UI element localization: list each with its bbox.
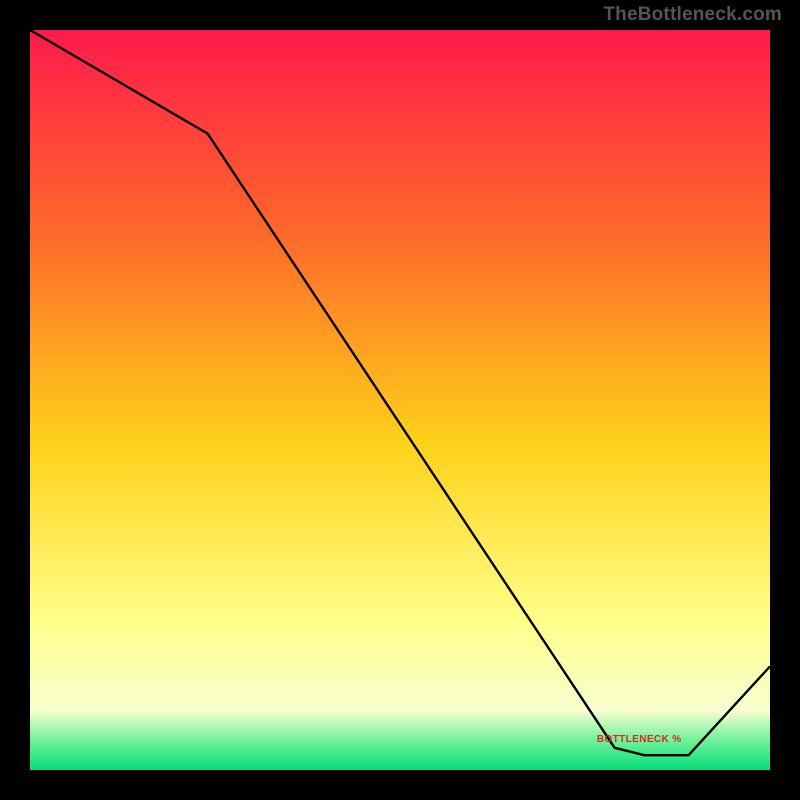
plot-area: BOTTLENECK % [30, 30, 770, 770]
chart-frame: TheBottleneck.com BOTTLENECK % [0, 0, 800, 800]
chart-svg [30, 30, 770, 770]
gradient-background [30, 30, 770, 770]
bottleneck-label: BOTTLENECK % [597, 734, 682, 745]
watermark-text: TheBottleneck.com [603, 4, 782, 26]
